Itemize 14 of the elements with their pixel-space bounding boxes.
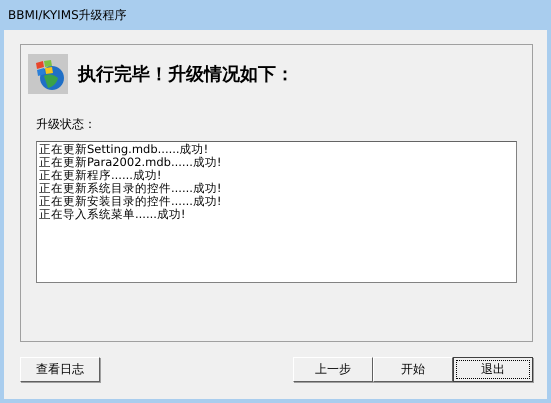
heading: 执行完毕！升级情况如下： <box>78 63 294 86</box>
view-log-button[interactable]: 查看日志 <box>20 357 100 382</box>
log-line: 正在更新系统目录的控件......成功! <box>39 182 223 195</box>
log-line: 正在更新安装目录的控件......成功! <box>39 195 223 208</box>
status-label: 升级状态： <box>36 116 97 133</box>
dialog-button[interactable]: 退出 <box>453 357 533 382</box>
log-line: 正在导入系统菜单......成功! <box>39 208 187 221</box>
dialog-button[interactable]: 开始 <box>373 357 453 382</box>
window-title: BBMI/KYIMS升级程序 <box>7 6 127 24</box>
log-line: 正在更新Para2002.mdb......成功! <box>39 156 223 169</box>
log-line: 正在更新Setting.mdb......成功! <box>39 143 210 156</box>
log-line: 正在更新程序......成功! <box>39 169 163 182</box>
windows-globe-icon <box>28 54 68 94</box>
dialog-button[interactable]: 上一步 <box>293 357 373 382</box>
